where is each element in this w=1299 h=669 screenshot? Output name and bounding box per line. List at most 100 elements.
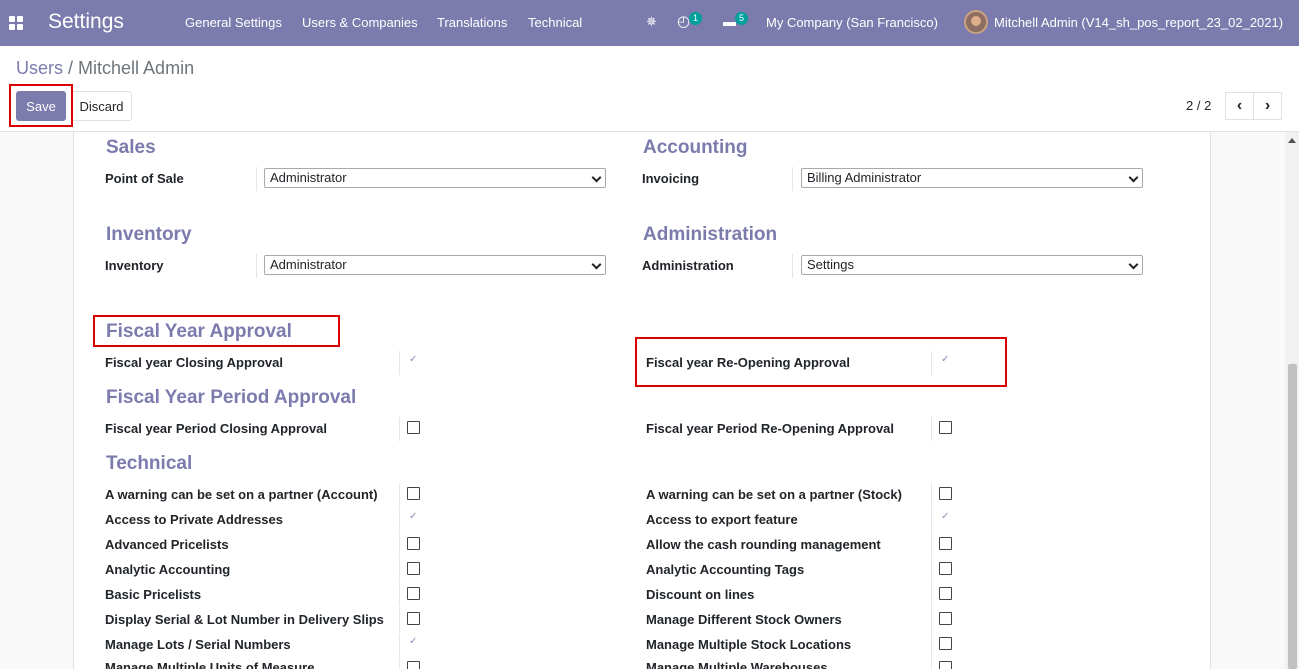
top-navbar: Settings General Settings Users & Compan… — [0, 0, 1299, 46]
field-separator — [792, 167, 793, 191]
tech-right-checkbox[interactable] — [939, 537, 952, 550]
bug-icon[interactable]: ✵ — [646, 14, 657, 30]
point-of-sale-value: Administrator — [270, 170, 347, 185]
fiscal-closing-checkbox[interactable] — [407, 354, 420, 368]
section-title-sales: Sales — [106, 137, 156, 158]
section-title-inventory: Inventory — [106, 224, 192, 245]
field-separator — [399, 533, 400, 557]
inventory-select[interactable]: Administrator — [264, 255, 606, 275]
invoicing-value: Billing Administrator — [807, 170, 922, 185]
pager-value: 2 / 2 — [1186, 98, 1212, 113]
field-separator — [399, 608, 400, 632]
field-separator — [399, 583, 400, 607]
section-title-fiscal-period-approval: Fiscal Year Period Approval — [106, 387, 357, 408]
user-avatar[interactable] — [964, 10, 988, 34]
tech-left-checkbox[interactable] — [407, 661, 420, 669]
chevron-left-icon: ‹ — [1236, 97, 1243, 114]
section-title-technical: Technical — [106, 453, 193, 474]
company-switcher[interactable]: My Company (San Francisco) — [766, 15, 938, 30]
field-label-invoicing: Invoicing — [642, 171, 700, 186]
field-separator — [931, 583, 932, 607]
tech-right-label: Access to export feature — [646, 512, 798, 527]
chat-icon[interactable]: ▬ — [723, 14, 736, 29]
user-menu[interactable]: Mitchell Admin (V14_sh_pos_report_23_02_… — [994, 15, 1283, 30]
tech-right-checkbox[interactable] — [939, 612, 952, 625]
tech-left-checkbox[interactable] — [407, 487, 420, 500]
pager-previous-button[interactable]: ‹ — [1225, 92, 1254, 120]
field-separator — [399, 351, 400, 375]
menu-general-settings[interactable]: General Settings — [185, 15, 282, 30]
field-separator — [399, 558, 400, 582]
tech-right-checkbox[interactable] — [939, 587, 952, 600]
app-title[interactable]: Settings — [48, 10, 124, 34]
field-separator — [931, 658, 932, 669]
inventory-value: Administrator — [270, 257, 347, 272]
pager-next-button[interactable]: › — [1253, 92, 1282, 120]
menu-users-companies[interactable]: Users & Companies — [302, 15, 418, 30]
tech-right-label: Manage Multiple Warehouses — [646, 660, 828, 669]
field-separator — [931, 633, 932, 657]
field-separator — [256, 254, 257, 278]
tech-right-checkbox[interactable] — [939, 487, 952, 500]
field-label-period-reopening: Fiscal year Period Re-Opening Approval — [646, 421, 895, 436]
tech-right-checkbox[interactable] — [939, 637, 952, 650]
field-label-period-closing: Fiscal year Period Closing Approval — [105, 421, 328, 436]
field-separator — [399, 483, 400, 507]
clock-icon[interactable]: ◴ — [677, 12, 690, 30]
chevron-right-icon: › — [1264, 97, 1271, 114]
tech-left-label: Access to Private Addresses — [105, 512, 284, 527]
breadcrumb-separator: / — [68, 58, 74, 78]
fiscal-reopening-checkbox[interactable] — [939, 354, 952, 368]
field-label-fiscal-closing: Fiscal year Closing Approval — [105, 355, 283, 370]
point-of-sale-select[interactable]: Administrator — [264, 168, 606, 188]
field-separator — [931, 608, 932, 632]
tech-left-checkbox[interactable] — [407, 636, 420, 650]
tech-right-checkbox[interactable] — [939, 661, 952, 669]
tech-left-checkbox[interactable] — [407, 587, 420, 600]
chevron-down-icon — [1128, 259, 1139, 270]
apps-menu-icon[interactable] — [9, 16, 23, 30]
field-label-administration: Administration — [642, 258, 734, 273]
chevron-down-icon — [591, 259, 602, 270]
discard-button[interactable]: Discard — [71, 91, 132, 121]
breadcrumb-users-link[interactable]: Users — [16, 58, 63, 78]
field-separator — [931, 533, 932, 557]
tech-left-checkbox[interactable] — [407, 562, 420, 575]
period-closing-checkbox[interactable] — [407, 421, 420, 434]
field-separator — [399, 633, 400, 657]
field-label-point-of-sale: Point of Sale — [105, 171, 184, 186]
breadcrumb: Users / Mitchell Admin — [16, 58, 194, 79]
control-panel: Users / Mitchell Admin Save Discard 2 / 2 … — [0, 46, 1299, 132]
administration-value: Settings — [807, 257, 854, 272]
field-separator — [256, 167, 257, 191]
period-reopening-checkbox[interactable] — [939, 421, 952, 434]
scrollbar-thumb[interactable] — [1288, 364, 1297, 669]
field-separator — [931, 483, 932, 507]
section-title-fiscal-year-approval: Fiscal Year Approval — [106, 321, 292, 342]
administration-select[interactable]: Settings — [801, 255, 1143, 275]
tech-left-label: A warning can be set on a partner (Accou… — [105, 487, 378, 502]
tech-left-label: Basic Pricelists — [105, 587, 202, 602]
tech-left-label: Manage Lots / Serial Numbers — [105, 637, 291, 652]
field-separator — [931, 351, 932, 375]
tech-right-checkbox[interactable] — [939, 562, 952, 575]
tech-left-checkbox[interactable] — [407, 612, 420, 625]
tech-left-label: Advanced Pricelists — [105, 537, 229, 552]
field-separator — [399, 417, 400, 441]
menu-technical[interactable]: Technical — [528, 15, 582, 30]
tech-right-checkbox[interactable] — [939, 511, 952, 525]
breadcrumb-current: Mitchell Admin — [78, 58, 195, 78]
tech-left-checkbox[interactable] — [407, 537, 420, 550]
scroll-up-arrow-icon[interactable] — [1288, 138, 1296, 143]
field-separator — [792, 254, 793, 278]
invoicing-select[interactable]: Billing Administrator — [801, 168, 1143, 188]
menu-translations[interactable]: Translations — [437, 15, 507, 30]
tech-left-checkbox[interactable] — [407, 511, 420, 525]
tech-right-label: Allow the cash rounding management — [646, 537, 881, 552]
save-button[interactable]: Save — [16, 91, 66, 121]
field-separator — [931, 558, 932, 582]
activity-count-badge: 1 — [689, 12, 702, 25]
tech-left-label: Analytic Accounting — [105, 562, 231, 577]
field-separator — [399, 508, 400, 532]
field-separator — [931, 417, 932, 441]
